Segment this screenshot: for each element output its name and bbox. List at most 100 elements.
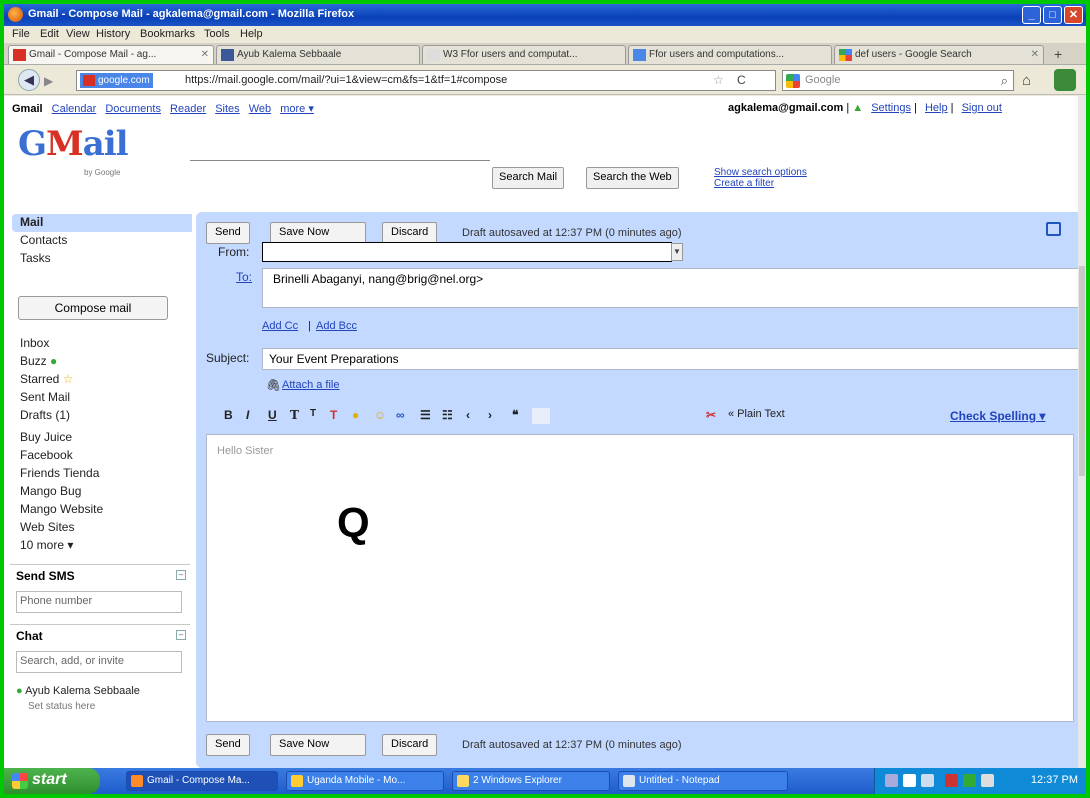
alert-icon[interactable] [945, 774, 958, 787]
check-spelling-link[interactable]: Check Spelling ▾ [950, 409, 1045, 423]
chat-search-input[interactable]: Search, add, or invite [16, 651, 182, 673]
quote-icon[interactable]: ❝ [512, 408, 518, 422]
site-identity-badge[interactable]: google.com [80, 73, 153, 88]
plain-text-link[interactable]: « Plain Text [728, 408, 785, 420]
remove-formatting-icon[interactable]: ✂ [706, 408, 716, 422]
bullet-list-icon[interactable]: ☷ [442, 408, 453, 422]
chat-user[interactable]: ● Ayub Kalema Sebbaale [16, 685, 140, 697]
task-gmail[interactable]: Gmail - Compose Ma... [126, 771, 278, 791]
home-icon[interactable]: ⌂ [1022, 72, 1031, 89]
new-tab-button[interactable]: + [1054, 46, 1062, 62]
sites-link[interactable]: Sites [215, 103, 239, 115]
indent-icon[interactable]: › [488, 408, 492, 422]
back-button[interactable]: ◀ [18, 69, 40, 91]
page-scrollbar[interactable] [1078, 96, 1086, 768]
menu-view[interactable]: View [66, 28, 90, 40]
sign-out-link[interactable]: Sign out [962, 102, 1002, 114]
menu-file[interactable]: File [12, 28, 30, 40]
collapse-toggle-icon[interactable]: – [176, 570, 186, 580]
search-mail-button[interactable]: Search Mail [492, 167, 565, 189]
tab-w3[interactable]: W3 Ffor users and computat... [422, 45, 626, 64]
more-link[interactable]: more ▾ [280, 103, 314, 115]
nav-contacts[interactable]: Contacts [20, 233, 67, 247]
search-web-button[interactable]: Search the Web [586, 167, 679, 189]
nav-mail[interactable]: Mail [20, 215, 43, 229]
label-web-sites[interactable]: Web Sites [20, 520, 74, 534]
subject-field[interactable]: Your Event Preparations [262, 348, 1078, 370]
outdent-icon[interactable]: ‹ [466, 408, 470, 422]
collapse-toggle-icon[interactable]: – [176, 630, 186, 640]
tab-gmail[interactable]: Gmail - Compose Mail - ag... ✕ [8, 45, 214, 64]
help-link[interactable]: Help [925, 102, 948, 114]
to-label[interactable]: To: [236, 270, 252, 284]
numbered-list-icon[interactable]: ☰ [420, 408, 431, 422]
create-filter-link[interactable]: Create a filter [714, 178, 807, 189]
label-facebook[interactable]: Facebook [20, 448, 73, 462]
reader-link[interactable]: Reader [170, 103, 206, 115]
network-icon[interactable] [885, 774, 898, 787]
highlight-color-button[interactable]: ● [352, 408, 359, 422]
tray-app-icon[interactable] [981, 774, 994, 787]
label-friends[interactable]: Friends Tienda [20, 466, 99, 480]
reload-icon[interactable]: C [737, 73, 746, 87]
tab-facebook[interactable]: Ayub Kalema Sebbaale [216, 45, 420, 64]
security-icon[interactable] [921, 774, 934, 787]
forward-button[interactable]: ▶ [44, 74, 53, 88]
send-button-bottom[interactable]: Send [206, 734, 250, 756]
antivirus-icon[interactable] [963, 774, 976, 787]
minimize-button[interactable]: _ [1022, 6, 1041, 24]
align-icon[interactable] [532, 408, 550, 424]
search-icon[interactable]: ⌕ [1001, 73, 1008, 89]
settings-link[interactable]: Settings [871, 102, 911, 114]
browser-search-box[interactable]: Google ⌕ [782, 70, 1014, 91]
popout-icon[interactable] [1046, 222, 1061, 236]
tab-ffor[interactable]: Ffor users and computations... [628, 45, 832, 64]
message-body[interactable]: Hello Sister Q [206, 434, 1074, 722]
add-cc-link[interactable]: Add Cc [262, 320, 298, 332]
to-field[interactable]: Brinelli Abaganyi, nang@brig@nel.org> [262, 268, 1078, 308]
font-button[interactable]: T [290, 408, 299, 422]
system-clock[interactable]: 12:37 PM [1031, 774, 1078, 786]
discard-button[interactable]: Discard [382, 222, 438, 244]
font-size-button[interactable]: T [310, 408, 316, 419]
link-icon[interactable]: ∞ [396, 408, 405, 422]
attach-file-link[interactable]: Attach a file [282, 379, 339, 391]
compose-mail-button[interactable]: Compose mail [18, 296, 168, 320]
task-notepad[interactable]: Untitled - Notepad [618, 771, 788, 791]
tab-google-search[interactable]: def users - Google Search ✕ [834, 45, 1044, 64]
calendar-link[interactable]: Calendar [52, 103, 97, 115]
gmail-nav-link[interactable]: Gmail [12, 103, 43, 115]
phone-number-input[interactable]: Phone number [16, 591, 182, 613]
close-button[interactable]: ✕ [1064, 6, 1083, 24]
underline-button[interactable]: U [268, 408, 277, 422]
menu-help[interactable]: Help [240, 28, 263, 40]
nav-inbox[interactable]: Inbox [20, 336, 49, 350]
save-now-button-bottom[interactable]: Save Now [270, 734, 366, 756]
chat-status[interactable]: Set status here [28, 701, 95, 712]
gmail-logo[interactable]: GMail by Google [18, 124, 129, 180]
label-buy-juice[interactable]: Buy Juice [20, 430, 72, 444]
scroll-thumb[interactable] [1079, 266, 1085, 476]
mail-search-input[interactable] [190, 160, 490, 161]
discard-button-bottom[interactable]: Discard [382, 734, 438, 756]
menu-edit[interactable]: Edit [40, 28, 59, 40]
task-uganda-mobile[interactable]: Uganda Mobile - Mo... [286, 771, 444, 791]
menu-bookmarks[interactable]: Bookmarks [140, 28, 195, 40]
label-mango-website[interactable]: Mango Website [20, 502, 103, 516]
documents-link[interactable]: Documents [105, 103, 161, 115]
bold-button[interactable]: B [224, 408, 233, 422]
label-mango-bug[interactable]: Mango Bug [20, 484, 81, 498]
extension-icon[interactable] [1054, 69, 1076, 91]
text-color-button[interactable]: T [330, 408, 337, 422]
smiley-icon[interactable]: ☺ [374, 408, 386, 422]
close-tab-icon[interactable]: ✕ [1031, 49, 1039, 60]
url-bar[interactable]: google.com https://mail.google.com/mail/… [76, 70, 776, 91]
send-button[interactable]: Send [206, 222, 250, 244]
nav-starred[interactable]: Starred ☆ [20, 372, 73, 386]
nav-drafts[interactable]: Drafts (1) [20, 408, 70, 422]
start-button[interactable]: start [4, 768, 100, 794]
menu-history[interactable]: History [96, 28, 130, 40]
menu-tools[interactable]: Tools [204, 28, 230, 40]
show-search-options-link[interactable]: Show search options [714, 167, 807, 178]
nav-tasks[interactable]: Tasks [20, 251, 51, 265]
